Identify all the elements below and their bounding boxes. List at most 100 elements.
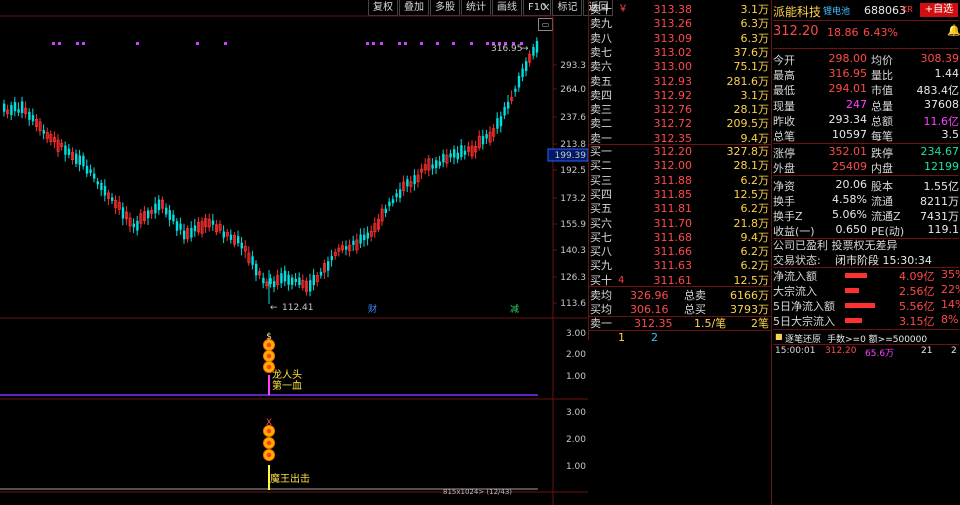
candle-body	[154, 203, 157, 214]
trade-status-value: 闭市阶段 15:30:34	[835, 254, 932, 267]
candle-body	[395, 193, 398, 198]
book-level-label: 卖六	[590, 60, 612, 74]
quote-label: 均价	[871, 54, 893, 67]
quote-value: 352.01	[828, 145, 868, 159]
ask-row[interactable]: 卖六 313.00 75.1万	[588, 59, 771, 74]
book-level-label: 买九	[590, 259, 612, 273]
candle-body	[93, 173, 96, 179]
quote-label: 市值	[871, 84, 893, 98]
bid-row[interactable]: 买九 311.63 6.2万	[588, 258, 771, 273]
signal-dot	[196, 42, 199, 45]
candle-body	[96, 181, 99, 185]
bid-row[interactable]: 买五 311.81 6.2万	[588, 201, 771, 216]
candle-body	[132, 223, 135, 228]
candle-body	[503, 106, 506, 116]
quote-label: 流通Z	[871, 210, 901, 223]
sep	[773, 48, 959, 49]
book-volume: 75.1万	[733, 60, 770, 74]
quote-label: 最高	[773, 69, 795, 83]
candle-body	[3, 103, 6, 112]
flow-label: 5日净流入额	[773, 300, 835, 313]
reduce-marker[interactable]: 减	[510, 303, 519, 315]
candle-body	[287, 274, 290, 285]
ask-row[interactable]: 卖四 312.92 3.1万	[588, 88, 771, 103]
book-level-label: 买三	[590, 173, 612, 187]
book-level-label: 卖四	[590, 88, 612, 102]
flow-label: 5日大宗流入	[773, 315, 835, 328]
candles	[3, 37, 539, 304]
quote-value: 1.55亿	[923, 179, 960, 193]
candle-body	[172, 214, 175, 222]
bid-row[interactable]: 买三 311.88 6.2万	[588, 173, 771, 188]
buy-summary: 买均 306.16 总买 3793万	[590, 303, 769, 316]
book-page-1[interactable]: 1	[618, 331, 625, 344]
ind1-label-b: 第一血	[272, 379, 302, 392]
bid-row[interactable]: 买四 311.85 12.5万	[588, 187, 771, 202]
quote-value: 1.44	[934, 67, 960, 81]
quote-value: 7431万	[920, 210, 959, 223]
kline-chart[interactable]: 293.3 264.0 237.6 213.8 192.5 173.2 155.…	[0, 0, 588, 505]
ask-row[interactable]: 卖七 313.02 37.6万	[588, 45, 771, 60]
candle-body	[121, 207, 125, 219]
ask-row[interactable]: 卖九 313.26 6.3万	[588, 16, 771, 31]
ask-row[interactable]: 卖三 312.76 28.1万	[588, 102, 771, 117]
quote-label: 换手Z	[773, 210, 803, 223]
ask-row[interactable]: 卖十 ￥ 313.38 3.1万	[588, 2, 771, 17]
book-volume: 6.3万	[740, 17, 770, 31]
candle-body	[240, 242, 243, 249]
flow-value: 4.09亿	[899, 270, 935, 283]
ask-row[interactable]: 卖八 313.09 6.3万	[588, 31, 771, 46]
quote-label: 流通	[871, 194, 893, 208]
ask-row[interactable]: 卖二 312.72 209.5万	[588, 116, 771, 131]
bid-row[interactable]: 买二 312.00 28.1万	[588, 158, 771, 173]
signal-dot	[52, 42, 55, 45]
flow-bar	[845, 288, 859, 293]
book-level-label: 买六	[590, 216, 612, 230]
add-watchlist-button[interactable]: +自选	[920, 3, 958, 17]
finance-marker[interactable]: 财	[368, 303, 377, 315]
quote-value: 234.67	[920, 145, 960, 159]
book-price: 312.20	[653, 145, 693, 158]
quote-value: 294.01	[828, 82, 868, 96]
ask-row[interactable]: 卖五 312.93 281.6万	[588, 74, 771, 89]
bid-row[interactable]: 买一 312.20 327.8万	[588, 144, 771, 159]
candle-body	[273, 281, 276, 288]
tick-time: 15:00:01	[775, 346, 816, 356]
candle-body	[251, 256, 254, 265]
candle-body	[85, 165, 89, 174]
signal-dot	[58, 42, 61, 45]
candle-body	[211, 220, 215, 225]
book-volume: 6.2万	[740, 245, 770, 259]
stock-sector-tag[interactable]: 锂电池	[823, 4, 850, 17]
last-label: 卖一	[590, 317, 612, 330]
tick-count2: 2	[951, 346, 957, 356]
candle-body	[298, 277, 301, 286]
candle-body	[363, 234, 366, 240]
signal-dot	[452, 42, 455, 45]
signal-dot	[436, 42, 439, 45]
book-page-2[interactable]: 2	[651, 331, 658, 344]
book-volume: 21.8万	[733, 216, 770, 230]
quote-label: 量比	[871, 69, 893, 83]
candle-body	[183, 230, 186, 240]
quote-value: 25409	[832, 160, 867, 174]
book-price: 311.68	[653, 230, 693, 244]
candle-body	[10, 105, 13, 116]
bell-icon[interactable]: 🔔	[947, 24, 960, 37]
candle-body	[413, 175, 416, 185]
book-price: 313.38	[653, 3, 693, 16]
candle-body	[352, 240, 355, 245]
book-volume: 28.1万	[733, 159, 770, 173]
candle-body	[507, 101, 510, 109]
book-price: 312.92	[653, 88, 693, 102]
candle-body	[229, 234, 233, 240]
bid-row[interactable]: 买六 311.70 21.8万	[588, 216, 771, 231]
tick-amount: 65.6万	[865, 349, 895, 359]
book-volume: 327.8万	[726, 145, 770, 158]
candle-body	[291, 277, 294, 285]
coin-center	[266, 364, 272, 370]
bid-row[interactable]: 买七 311.68 9.4万	[588, 230, 771, 245]
bid-row[interactable]: 买八 311.66 6.2万	[588, 244, 771, 259]
quote-label: 现量	[773, 99, 795, 113]
flow-pct: 22%	[941, 283, 960, 296]
